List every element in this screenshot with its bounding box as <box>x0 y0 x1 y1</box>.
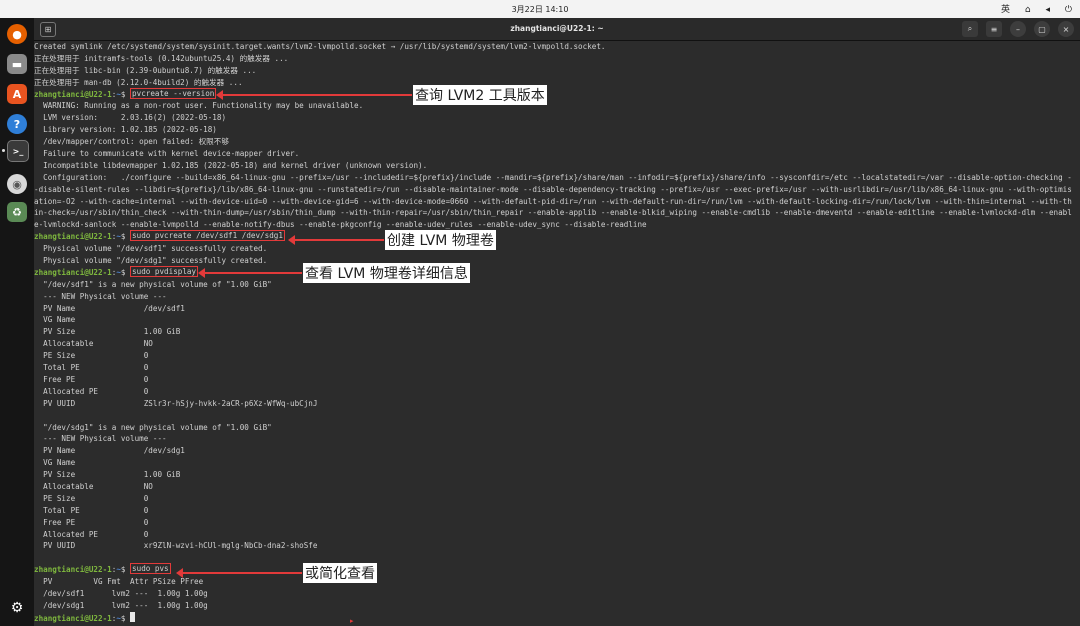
terminal-line: "/dev/sdf1" is a new physical volume of … <box>34 279 272 289</box>
prompt-line: zhangtianci@U22-1:~$ sudo pvcreate /dev/… <box>34 230 1080 243</box>
trash-icon[interactable]: ♻ <box>7 202 27 222</box>
terminal-line: WARNING: Running as a non-root user. Fun… <box>34 101 364 111</box>
terminal-line: PV UUID ZSlr3r-hSjy-hvkk-2aCR-p6Xz-WfWq-… <box>34 398 318 408</box>
prompt-line: zhangtianci@U22-1:~$ sudo pvdisplay <box>34 265 1080 279</box>
terminal-output[interactable]: Created symlink /etc/systemd/system/sysi… <box>34 41 1080 626</box>
firefox-icon[interactable]: ● <box>7 24 27 44</box>
prompt-sigil: $ <box>120 565 131 575</box>
help-icon[interactable]: ? <box>7 114 27 134</box>
terminal-line: Allocatable NO <box>34 481 153 491</box>
close-button[interactable]: × <box>1058 21 1074 37</box>
terminal-line: PE Size 0 <box>34 493 149 503</box>
terminal-line: Free PE 0 <box>34 517 149 527</box>
annotation-arrow <box>288 235 384 245</box>
terminal-line: VG Name <box>34 315 76 325</box>
terminal-line: --- NEW Physical volume --- <box>34 434 167 444</box>
terminal-line: "/dev/sdg1" is a new physical volume of … <box>34 422 272 432</box>
terminal-line: 正在处理用于 initramfs-tools (0.142ubuntu25.4)… <box>34 53 289 63</box>
stray-marker: ▸ <box>350 617 354 625</box>
terminal-line: PV Name /dev/sdf1 <box>34 303 185 313</box>
terminal-line: PV Size 1.00 GiB <box>34 470 181 480</box>
terminal-line: PV Name /dev/sdg1 <box>34 446 185 456</box>
terminal-line: Incompatible libdevmapper 1.02.185 (2022… <box>34 160 428 170</box>
terminal-line: LVM version: 2.03.16(2) (2022-05-18) <box>34 113 227 123</box>
prompt-user: zhangtianci@U22-1 <box>34 89 112 99</box>
terminal-line: Total PE 0 <box>34 363 149 373</box>
terminal-line: in-check=/usr/sbin/thin_check --with-thi… <box>34 208 1072 218</box>
terminal-line: /dev/sdf1 lvm2 --- 1.00g 1.00g <box>34 588 208 598</box>
terminal-line: 正在处理用于 libc-bin (2.39-0ubuntu8.7) 的触发器 .… <box>34 65 257 75</box>
app-center-icon[interactable]: A <box>7 84 27 104</box>
ubuntu-apps-icon[interactable]: ⚙ <box>7 598 27 618</box>
window-titlebar[interactable]: ⊞ zhangtianci@U22-1: ~ ⌕ ≡ – ▢ × <box>34 18 1080 41</box>
terminal-line: ation=-O2 --with-cache=internal --with-d… <box>34 196 1072 206</box>
annotation-version: 查询 LVM2 工具版本 <box>413 85 547 105</box>
terminal-line: VG Name <box>34 458 76 468</box>
terminal-line: Allocatable NO <box>34 339 153 349</box>
prompt-line: zhangtianci@U22-1:~$ <box>34 611 1080 624</box>
prompt-line: zhangtianci@U22-1:~$ sudo pvs <box>34 563 1080 576</box>
terminal-line: PV Size 1.00 GiB <box>34 327 181 337</box>
top-bar: 3月22日 14:10 英 ⌂ ◂ ⏻ <box>0 0 1080 18</box>
terminal-line: -disable-silent-rules --libdir=${prefix}… <box>34 184 1072 194</box>
menu-icon[interactable]: ≡ <box>986 21 1002 37</box>
annotation-arrow <box>176 568 302 578</box>
maximize-button[interactable]: ▢ <box>1034 21 1050 37</box>
search-icon[interactable]: ⌕ <box>962 21 978 37</box>
disc-icon[interactable]: ◉ <box>7 174 27 194</box>
terminal-line: Library version: 1.02.185 (2022-05-18) <box>34 125 217 135</box>
terminal-line: 正在处理用于 man-db (2.12.0-4build2) 的触发器 ... <box>34 77 243 87</box>
highlighted-command: pvcreate --version <box>130 87 217 99</box>
terminal-line: --- NEW Physical volume --- <box>34 291 167 301</box>
prompt-user: zhangtianci@U22-1 <box>34 565 112 575</box>
terminal-line: Created symlink /etc/systemd/system/sysi… <box>34 42 606 51</box>
highlighted-command: sudo pvcreate /dev/sdf1 /dev/sdg1 <box>130 230 285 242</box>
terminal-line: PE Size 0 <box>34 351 149 361</box>
window-title: zhangtianci@U22-1: ~ <box>510 24 604 33</box>
terminal-line: Failure to communicate with kernel devic… <box>34 149 300 159</box>
text-cursor <box>130 611 136 622</box>
system-tray[interactable]: 英 ⌂ ◂ ⏻ <box>989 2 1072 15</box>
dock: ● ▬ A ? >_ ◉ ♻ ⚙ <box>0 18 34 626</box>
terminal-line: Allocated PE 0 <box>34 529 149 539</box>
prompt-sigil: $ <box>120 89 131 99</box>
highlighted-command: sudo pvs <box>130 563 171 575</box>
minimize-button[interactable]: – <box>1010 21 1026 37</box>
input-method-indicator[interactable]: 英 <box>1001 5 1010 15</box>
annotation-arrow <box>216 90 412 100</box>
power-icon[interactable]: ⏻ <box>1065 5 1072 15</box>
network-icon[interactable]: ⌂ <box>1025 5 1031 15</box>
prompt-sigil: $ <box>120 232 131 242</box>
annotation-arrow <box>198 268 302 278</box>
terminal-icon[interactable]: >_ <box>7 140 29 162</box>
terminal-line: PV UUID xr9ZlN-wzvi-hCUl-mglg-NbCb-dna2-… <box>34 541 318 551</box>
files-icon[interactable]: ▬ <box>7 54 27 74</box>
prompt-user: zhangtianci@U22-1 <box>34 267 112 277</box>
terminal-window[interactable]: ⊞ zhangtianci@U22-1: ~ ⌕ ≡ – ▢ × Created… <box>34 18 1080 626</box>
annotation-pvs: 或简化查看 <box>303 563 377 583</box>
terminal-line: Allocated PE 0 <box>34 386 149 396</box>
clock[interactable]: 3月22日 14:10 <box>0 4 1080 15</box>
prompt-line: zhangtianci@U22-1:~$ pvcreate --version <box>34 87 1080 101</box>
active-app-indicator <box>2 149 5 152</box>
terminal-line: Physical volume "/dev/sdf1" successfully… <box>34 244 268 254</box>
terminal-line: /dev/mapper/control: open failed: 权限不够 <box>34 137 229 147</box>
prompt-user: zhangtianci@U22-1 <box>34 232 112 242</box>
prompt-sigil: $ <box>120 267 131 277</box>
volume-icon[interactable]: ◂ <box>1045 5 1050 15</box>
window-controls: ⌕ ≡ – ▢ × <box>962 21 1074 37</box>
terminal-line: /dev/sdg1 lvm2 --- 1.00g 1.00g <box>34 600 208 610</box>
prompt-user: zhangtianci@U22-1 <box>34 613 112 623</box>
annotation-pvdisplay: 查看 LVM 物理卷详细信息 <box>303 263 470 283</box>
prompt-sigil: $ <box>120 613 131 623</box>
terminal-line: PV VG Fmt Attr PSize PFree <box>34 577 204 587</box>
terminal-line: Free PE 0 <box>34 374 149 384</box>
terminal-line: Total PE 0 <box>34 505 149 515</box>
annotation-pvcreate: 创建 LVM 物理卷 <box>385 230 496 250</box>
terminal-line: Configuration: ./configure --build=x86_6… <box>34 172 1072 182</box>
highlighted-command: sudo pvdisplay <box>130 265 199 277</box>
